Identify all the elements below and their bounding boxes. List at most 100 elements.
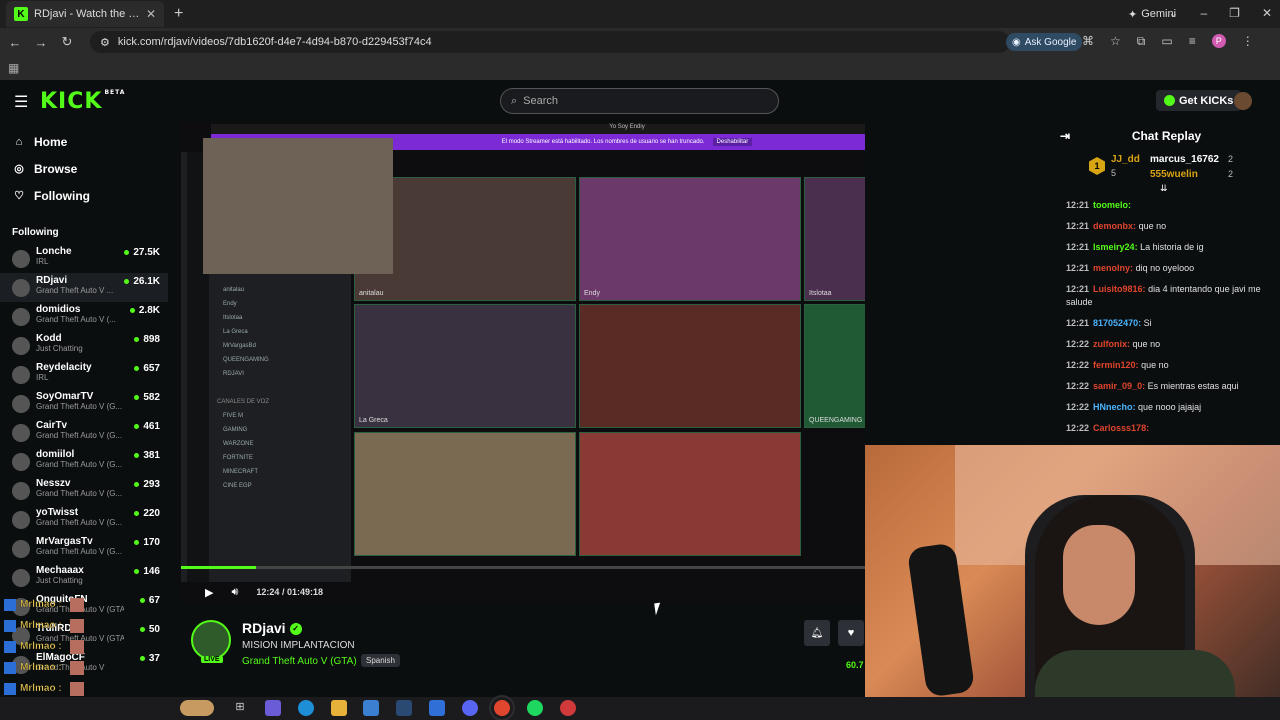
- message-username[interactable]: menolny:: [1093, 263, 1133, 273]
- play-icon[interactable]: ▶: [205, 586, 213, 599]
- chat-message: 12:21 menolny: diq no oyelooo: [1053, 258, 1280, 279]
- leaderboard-first[interactable]: JJ_dd: [1111, 154, 1140, 165]
- nav-following[interactable]: ♡ Following: [0, 182, 168, 209]
- chat-title: Chat Replay: [1131, 129, 1202, 143]
- message-username[interactable]: fermin120:: [1093, 360, 1139, 370]
- nav-browse[interactable]: ◎ Browse: [0, 155, 168, 182]
- sidebar-channel-mrvargastv[interactable]: MrVargasTv Grand Theft Auto V (G... 170: [0, 534, 168, 563]
- leaderboard-second[interactable]: marcus_16762: [1150, 154, 1219, 165]
- volume-icon[interactable]: 🔊︎: [231, 586, 238, 599]
- bookmark-star-icon[interactable]: ☆: [1110, 34, 1121, 49]
- discord-icon[interactable]: [462, 700, 478, 716]
- mouse-cursor: [654, 602, 662, 616]
- window-controls: ⌄ – ❐ ✕: [1168, 6, 1272, 20]
- weather-widget-icon[interactable]: [180, 700, 214, 716]
- video-player[interactable]: Yo Soy Endiy El modo Streamer está habil…: [181, 122, 865, 582]
- site-info-icon[interactable]: ⚙: [100, 36, 110, 49]
- forward-arrow-icon[interactable]: →: [30, 35, 52, 50]
- restore-icon[interactable]: ❐: [1229, 6, 1240, 20]
- media-icon[interactable]: ≡: [1189, 34, 1196, 49]
- follow-button[interactable]: ♥: [838, 620, 864, 646]
- channel-viewers: 26.1K: [124, 276, 160, 287]
- video-controls: ▶ 🔊︎ 12:24 / 01:49:18: [181, 582, 865, 602]
- message-username[interactable]: samir_09_0:: [1093, 381, 1145, 391]
- copilot-icon[interactable]: [265, 700, 281, 716]
- chrome-icon[interactable]: [494, 700, 510, 716]
- message-username[interactable]: 817052470:: [1093, 318, 1141, 328]
- message-time: 12:21: [1066, 242, 1090, 252]
- message-username[interactable]: toomelo:: [1093, 200, 1131, 210]
- sidebar-channel-kodd[interactable]: Kodd Just Chatting 898: [0, 331, 168, 360]
- steam-icon[interactable]: [396, 700, 412, 716]
- channel-avatar: [12, 366, 30, 384]
- sidebar-channel-reydelacity[interactable]: Reydelacity IRL 657: [0, 360, 168, 389]
- close-tab-icon[interactable]: ✕: [146, 7, 156, 21]
- sidebar-channel-cairtv[interactable]: CairTv Grand Theft Auto V (G... 461: [0, 418, 168, 447]
- stream-category-link[interactable]: Grand Theft Auto V (GTA): [242, 656, 357, 667]
- url-field[interactable]: ⚙ kick.com/rdjavi/videos/7db1620f-d4e7-4…: [90, 31, 1010, 53]
- message-username[interactable]: lsmeiry24:: [1093, 242, 1138, 252]
- following-section-title: Following: [12, 227, 59, 238]
- sidebar-channel-domidios[interactable]: domidios Grand Theft Auto V (... 2.8K: [0, 302, 168, 331]
- message-username[interactable]: demonbx:: [1093, 221, 1136, 231]
- mail-icon[interactable]: [429, 700, 445, 716]
- message-time: 12:21: [1066, 284, 1090, 294]
- expand-leaderboard-icon[interactable]: ⇊: [1160, 183, 1168, 194]
- store-icon[interactable]: [363, 700, 379, 716]
- video-progress-bar[interactable]: [181, 566, 865, 569]
- time-display: 12:24 / 01:49:18: [256, 587, 323, 597]
- sidebar-channel-domiilol[interactable]: domiilol Grand Theft Auto V (G... 381: [0, 447, 168, 476]
- message-username[interactable]: Luisito9816:: [1093, 284, 1146, 294]
- overlay-chat-line: Mrlmao :: [0, 678, 160, 699]
- edge-icon[interactable]: [298, 700, 314, 716]
- sidebar-channel-yotwisst[interactable]: yoTwisst Grand Theft Auto V (G... 220: [0, 505, 168, 534]
- bookmarks-bar: ▦: [0, 56, 1280, 80]
- message-time: 12:22: [1066, 381, 1090, 391]
- apps-grid-icon[interactable]: ▦: [8, 61, 19, 75]
- message-text: Es mientras estas aqui: [1147, 381, 1239, 391]
- file-explorer-icon[interactable]: [331, 700, 347, 716]
- obs-icon[interactable]: [560, 700, 576, 716]
- notification-bell-button[interactable]: 🔔︎: [804, 620, 830, 646]
- sidebar-channel-lonche[interactable]: Lonche IRL 27.5K: [0, 244, 168, 273]
- message-username[interactable]: Carlosss178:: [1093, 423, 1149, 433]
- nav-home[interactable]: ⌂ Home: [0, 128, 168, 155]
- kick-logo[interactable]: KICK BETA: [40, 89, 125, 114]
- minimize-icon[interactable]: –: [1200, 6, 1207, 20]
- hamburger-menu-icon[interactable]: ☰: [14, 92, 28, 112]
- channel-avatar: [12, 424, 30, 442]
- language-tag[interactable]: Spanish: [361, 654, 400, 667]
- more-menu-icon[interactable]: ⋮: [1242, 34, 1254, 49]
- reload-icon[interactable]: ↻: [56, 34, 78, 50]
- user-avatar[interactable]: [1234, 92, 1252, 110]
- profile-avatar[interactable]: P: [1211, 34, 1226, 48]
- message-username[interactable]: HNnecho:: [1093, 402, 1136, 412]
- chevron-down-icon[interactable]: ⌄: [1168, 6, 1178, 20]
- sidebar-channel-nesszv[interactable]: Nesszv Grand Theft Auto V (G... 293: [0, 476, 168, 505]
- new-tab-button[interactable]: +: [174, 5, 183, 23]
- streamer-avatar[interactable]: [191, 620, 231, 660]
- back-arrow-icon[interactable]: ←: [4, 35, 26, 50]
- collapse-chat-icon[interactable]: ⇥: [1060, 122, 1070, 150]
- kick-favicon-icon: K: [14, 7, 28, 21]
- close-icon[interactable]: ✕: [1262, 6, 1272, 20]
- browser-tab[interactable]: K RDjavi - Watch the VOD on Kick ✕: [6, 1, 164, 27]
- streamer-name[interactable]: RDjavi ✓: [242, 620, 302, 636]
- spotify-icon[interactable]: [527, 700, 543, 716]
- sidebar-channel-soyomartv[interactable]: SoyOmarTV Grand Theft Auto V (G... 582: [0, 389, 168, 418]
- sidebar-channel-rdjavi[interactable]: RDjavi Grand Theft Auto V ... 26.1K: [0, 273, 168, 302]
- ask-google-button[interactable]: ◉ Ask Google: [1006, 33, 1083, 51]
- translate-icon[interactable]: ⌘: [1082, 34, 1094, 49]
- search-input[interactable]: ⌕ Search: [500, 88, 779, 114]
- cast-icon[interactable]: ▭: [1161, 34, 1172, 49]
- task-view-icon[interactable]: ⊞: [232, 700, 248, 716]
- channel-avatar: [12, 308, 30, 326]
- search-placeholder: Search: [523, 95, 559, 107]
- get-kicks-button[interactable]: Get KICKs: [1156, 90, 1242, 111]
- extensions-icon[interactable]: ⧉: [1137, 34, 1146, 49]
- channel-viewers: 27.5K: [124, 247, 160, 258]
- sidebar-channel-mechaaax[interactable]: Mechaaax Just Chatting 146: [0, 563, 168, 592]
- leaderboard-third[interactable]: 555wuelin: [1150, 169, 1198, 180]
- message-username[interactable]: zulfonix:: [1093, 339, 1130, 349]
- channel-avatar: [12, 540, 30, 558]
